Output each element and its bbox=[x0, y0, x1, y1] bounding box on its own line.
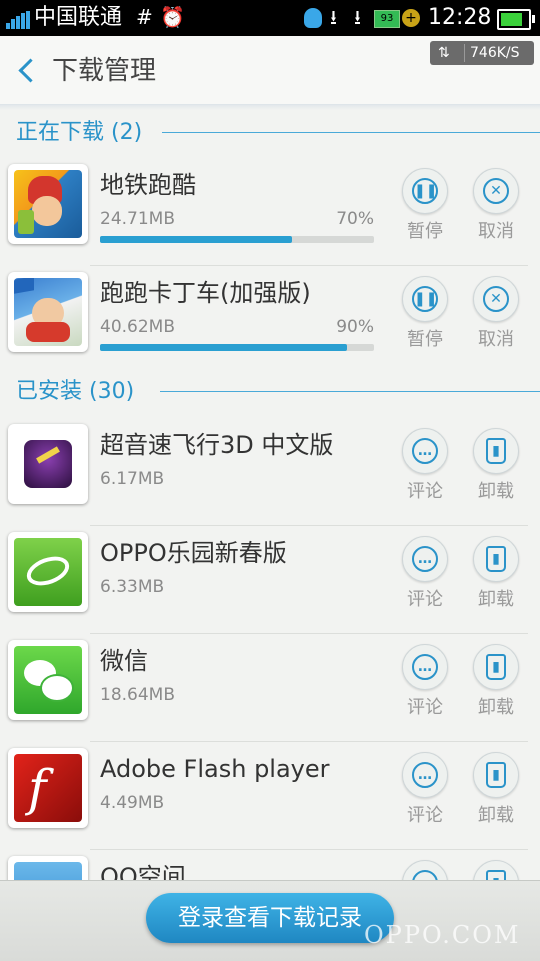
uninstall-label: 卸载 bbox=[478, 697, 514, 718]
uninstall-button[interactable]: ▮ 卸载 bbox=[468, 644, 524, 720]
trash-icon: ▮ bbox=[486, 654, 506, 680]
cancel-button[interactable]: ✕ 取消 bbox=[468, 276, 524, 352]
qq-icon bbox=[304, 8, 322, 28]
app-header: 下载管理 ⇅ 746K/S bbox=[0, 36, 540, 105]
wechat-icon bbox=[8, 640, 88, 720]
uninstall-label: 卸载 bbox=[478, 589, 514, 610]
back-button[interactable] bbox=[14, 54, 42, 86]
cancel-label: 取消 bbox=[478, 221, 514, 242]
uninstall-label: 卸载 bbox=[478, 481, 514, 502]
comment-button[interactable]: … 评论 bbox=[397, 428, 453, 504]
section-title-installed: 已安装 (30) bbox=[16, 379, 135, 404]
section-title-downloading: 正在下载 (2) bbox=[16, 120, 143, 145]
installed-row[interactable]: 微信 18.64MB … 评论 ▮ 卸载 bbox=[0, 634, 540, 742]
carrier-name: 中国联通 bbox=[34, 5, 123, 30]
subway-surfers-icon bbox=[8, 164, 88, 244]
uninstall-button[interactable]: ▮ 卸载 bbox=[468, 428, 524, 504]
battery-percent-icon: 93 bbox=[374, 10, 400, 28]
pause-icon: ❚❚ bbox=[412, 178, 438, 204]
uninstall-button[interactable]: ▮ 卸载 bbox=[468, 536, 524, 612]
installed-row[interactable]: f Adobe Flash player 4.49MB … 评论 ▮ 卸载 bbox=[0, 742, 540, 850]
pause-icon: ❚❚ bbox=[412, 286, 438, 312]
page-title: 下载管理 bbox=[52, 56, 157, 86]
comment-icon: … bbox=[412, 762, 438, 788]
comment-button[interactable]: … 评论 bbox=[397, 752, 453, 828]
app-name: 地铁跑酷 bbox=[100, 171, 196, 199]
flash-player-icon: f bbox=[8, 748, 88, 828]
trash-icon: ▮ bbox=[486, 438, 506, 464]
supersonic-flight-icon bbox=[8, 424, 88, 504]
oppo-watermark: OPPO.COM bbox=[364, 921, 521, 949]
signal-icon bbox=[6, 11, 30, 29]
sync-icon: # bbox=[136, 5, 153, 29]
app-name: 跑跑卡丁车(加强版) bbox=[100, 279, 311, 307]
app-size: 6.17MB bbox=[100, 469, 165, 489]
login-view-records-button[interactable]: 登录查看下载记录 bbox=[146, 893, 394, 943]
section-installed: 已安装 (30) bbox=[0, 376, 540, 410]
app-name: Adobe Flash player bbox=[100, 755, 330, 783]
cancel-button[interactable]: ✕ 取消 bbox=[468, 168, 524, 244]
download-icon: ⭳ bbox=[330, 5, 337, 29]
uninstall-button[interactable]: ▮ 卸载 bbox=[468, 752, 524, 828]
status-bar: 中国联通 # ⏰ ⭳ ⭳ 93 + 12:28 bbox=[0, 0, 540, 36]
trash-icon: ▮ bbox=[486, 546, 506, 572]
app-size: 40.62MB bbox=[100, 317, 175, 337]
progress-fill bbox=[100, 236, 292, 243]
pause-button[interactable]: ❚❚ 暂停 bbox=[397, 276, 453, 352]
trash-icon: ▮ bbox=[486, 762, 506, 788]
progress-fill bbox=[100, 344, 347, 351]
download-percent: 90% bbox=[336, 317, 374, 337]
app-name: 超音速飞行3D 中文版 bbox=[100, 431, 334, 459]
comment-label: 评论 bbox=[407, 697, 443, 718]
battery-icon bbox=[497, 9, 535, 30]
app-size: 6.33MB bbox=[100, 577, 165, 597]
clock: 12:28 bbox=[428, 5, 492, 30]
comment-icon: … bbox=[412, 438, 438, 464]
app-size: 18.64MB bbox=[100, 685, 175, 705]
comment-button[interactable]: … 评论 bbox=[397, 644, 453, 720]
oppo-paradise-icon bbox=[8, 532, 88, 612]
installed-row[interactable]: 超音速飞行3D 中文版 6.17MB … 评论 ▮ 卸载 bbox=[0, 418, 540, 526]
comment-label: 评论 bbox=[407, 805, 443, 826]
alarm-icon: ⏰ bbox=[160, 5, 185, 29]
pause-label: 暂停 bbox=[407, 221, 443, 242]
close-icon: ✕ bbox=[483, 178, 509, 204]
battery-level bbox=[501, 13, 522, 26]
installed-row[interactable]: OPPO乐园新春版 6.33MB … 评论 ▮ 卸载 bbox=[0, 526, 540, 634]
download-row[interactable]: 跑跑卡丁车(加强版) 40.62MB 90% ❚❚ 暂停 ✕ 取消 bbox=[0, 266, 540, 374]
download-percent: 70% bbox=[336, 209, 374, 229]
download-speed-badge: ⇅ 746K/S bbox=[430, 41, 534, 65]
transfer-icon: ⇅ bbox=[438, 45, 450, 61]
comment-label: 评论 bbox=[407, 589, 443, 610]
close-icon: ✕ bbox=[483, 286, 509, 312]
bottom-bar: 登录查看下载记录 OPPO.COM bbox=[0, 880, 540, 961]
pause-button[interactable]: ❚❚ 暂停 bbox=[397, 168, 453, 244]
section-downloading: 正在下载 (2) bbox=[0, 117, 540, 151]
plus-icon: + bbox=[402, 9, 420, 27]
kart-rider-icon bbox=[8, 272, 88, 352]
app-size: 4.49MB bbox=[100, 793, 165, 813]
comment-icon: … bbox=[412, 546, 438, 572]
comment-label: 评论 bbox=[407, 481, 443, 502]
comment-icon: … bbox=[412, 654, 438, 680]
cancel-label: 取消 bbox=[478, 329, 514, 350]
uninstall-label: 卸载 bbox=[478, 805, 514, 826]
progress-bar bbox=[100, 236, 374, 243]
app-name: 微信 bbox=[100, 647, 148, 675]
download-row[interactable]: 地铁跑酷 24.71MB 70% ❚❚ 暂停 ✕ 取消 bbox=[0, 158, 540, 266]
pause-label: 暂停 bbox=[407, 329, 443, 350]
comment-button[interactable]: … 评论 bbox=[397, 536, 453, 612]
download-speed: 746K/S bbox=[470, 45, 520, 61]
app-size: 24.71MB bbox=[100, 209, 175, 229]
app-name: OPPO乐园新春版 bbox=[100, 539, 287, 567]
progress-bar bbox=[100, 344, 374, 351]
download-icon: ⭳ bbox=[354, 5, 361, 29]
